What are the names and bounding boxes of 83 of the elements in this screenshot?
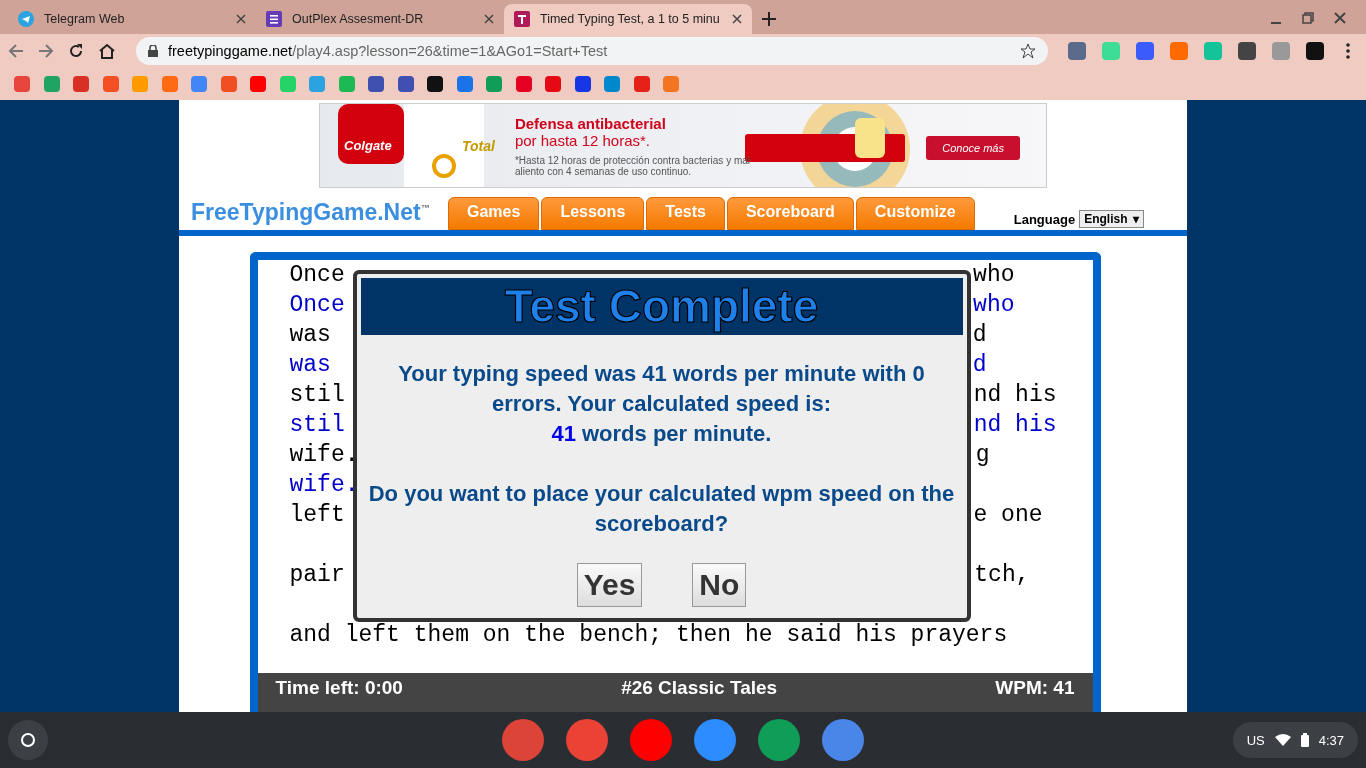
close-icon[interactable] xyxy=(484,14,494,24)
bookmark-icon[interactable] xyxy=(397,76,414,92)
language-label: Language xyxy=(1013,211,1076,227)
bookmark-icon[interactable] xyxy=(633,76,650,92)
home-icon[interactable] xyxy=(98,43,116,59)
lesson-text: who xyxy=(973,261,1015,290)
advertisement[interactable]: Colgate Total Defensa antibacterial por hasta 12 horas*. *Hasta 12 horas de protección contra bacterias y mal aliento con 4 semanas de uso continuo. Conoce más xyxy=(319,103,1047,189)
letter-t-icon xyxy=(514,11,530,27)
site-logo[interactable]: FreeTypingGame.Net$^{™}$ xyxy=(191,199,448,226)
ad-fineprint: *Hasta 12 horas de protección contra bacterias y mal aliento con 4 semanas de uso continuo. xyxy=(514,154,752,177)
star-icon[interactable] xyxy=(1020,43,1036,59)
reload-icon[interactable] xyxy=(68,43,84,59)
brand-logo: Colgate xyxy=(344,138,393,154)
lesson-text: wife. xyxy=(289,441,359,470)
locale-label: US xyxy=(1246,732,1265,748)
lesson-text: tch, xyxy=(974,561,1030,590)
close-icon[interactable] xyxy=(1334,12,1346,24)
speed-unit: words per minute. xyxy=(582,420,772,448)
no-button[interactable]: No xyxy=(692,563,747,607)
app-icon[interactable] xyxy=(630,719,672,761)
typed-text: nd his xyxy=(973,411,1057,440)
app-icon[interactable] xyxy=(758,719,800,761)
extension-icon[interactable] xyxy=(1306,42,1324,60)
back-icon[interactable] xyxy=(8,43,24,59)
typed-text: d xyxy=(972,351,987,380)
forward-icon[interactable] xyxy=(38,43,54,59)
typed-text: who xyxy=(973,291,1015,320)
product-logo: Total xyxy=(462,137,495,154)
close-icon[interactable] xyxy=(236,14,246,24)
result-message: Your typing speed was 41 words per minute with 0 errors. Your calculated speed is: xyxy=(397,360,926,418)
bookmark-icon[interactable] xyxy=(368,76,384,92)
launcher-button[interactable] xyxy=(8,720,48,760)
lesson-text: g xyxy=(975,441,990,470)
lesson-text: stil xyxy=(289,381,345,410)
lesson-text: Once xyxy=(289,261,345,290)
lesson-text: e one xyxy=(973,501,1043,530)
extension-icon[interactable] xyxy=(1238,42,1256,60)
menu-icon[interactable] xyxy=(1346,43,1350,59)
clock: 4:37 xyxy=(1318,732,1344,748)
browser-tab[interactable]: Timed Typing Test, a 1 to 5 minu xyxy=(504,4,752,34)
bookmark-icon[interactable] xyxy=(456,76,473,92)
address-bar[interactable]: freetypinggame.net/play4.asp?lesson=26&time=1&AGo1=Start+Test xyxy=(136,37,1048,65)
lock-icon xyxy=(148,45,158,57)
typed-text: Once xyxy=(289,291,345,320)
circle-icon xyxy=(20,732,36,748)
time-left: Time left: 0:00 xyxy=(275,677,403,701)
url-text: freetypinggame.net/play4.asp?lesson=26&time=1&AGo1=Start+Test xyxy=(168,43,609,59)
ad-headline: Defensa antibacterial xyxy=(514,114,667,132)
browser-tab[interactable]: Telegram Web xyxy=(8,4,256,34)
lesson-text: left xyxy=(289,501,345,530)
lesson-title: #26 Classic Tales xyxy=(621,677,778,701)
typed-text: was xyxy=(289,351,331,380)
app-icon[interactable] xyxy=(694,719,736,761)
lesson-text: pair xyxy=(289,561,345,590)
lesson-text: nd his xyxy=(973,381,1057,410)
list-icon xyxy=(266,11,282,27)
app-icon[interactable] xyxy=(566,719,608,761)
status-tray[interactable]: US 4:37 xyxy=(1232,722,1358,758)
wifi-icon xyxy=(1274,734,1291,746)
dialog-title: Test Complete xyxy=(360,278,963,335)
bookmark-icon[interactable] xyxy=(427,76,443,92)
plus-icon[interactable] xyxy=(762,12,776,26)
scoreboard-question: Do you want to place your calculated wpm speed on the scoreboard? xyxy=(367,480,956,538)
yes-button[interactable]: Yes xyxy=(576,563,643,607)
browser-tab[interactable]: OutPlex Assesment-DR xyxy=(256,4,504,34)
typed-text: wife. xyxy=(289,471,359,500)
close-icon[interactable] xyxy=(732,14,742,24)
lesson-text: and left them on the bench; then he said his prayers xyxy=(289,621,1008,650)
ad-subline: por hasta 12 horas*. xyxy=(514,131,651,149)
wpm-reading: WPM: 41 xyxy=(995,677,1075,701)
lesson-text: d xyxy=(972,321,987,350)
lesson-text: was xyxy=(289,321,331,350)
bookmark-icon[interactable] xyxy=(574,76,591,92)
bookmark-icon[interactable] xyxy=(515,76,532,92)
language-select[interactable]: English ▾ xyxy=(1079,210,1145,228)
app-icon[interactable] xyxy=(822,719,864,761)
speed-value: 41 xyxy=(551,420,576,448)
restore-icon[interactable] xyxy=(1302,12,1314,24)
app-icon[interactable] xyxy=(502,719,544,761)
typed-text: stil xyxy=(289,411,345,440)
battery-icon xyxy=(1300,733,1309,747)
paper-plane-icon xyxy=(18,11,34,27)
ad-cta-button[interactable]: Conoce más xyxy=(926,136,1020,160)
